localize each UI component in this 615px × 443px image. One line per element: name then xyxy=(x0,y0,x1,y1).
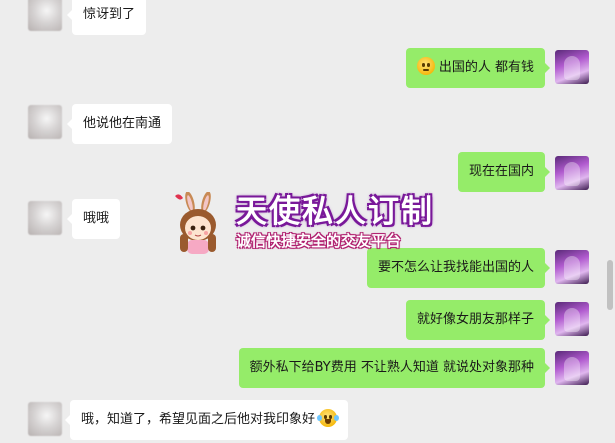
scrollbar-thumb[interactable] xyxy=(607,260,613,310)
message-text: 惊讶到了 xyxy=(83,7,136,22)
rolling-eyes-emoji-icon xyxy=(416,57,435,75)
contact-avatar[interactable] xyxy=(28,402,62,436)
message-bubble[interactable]: 惊讶到了 xyxy=(66,0,147,35)
contact-avatar[interactable] xyxy=(28,201,62,235)
self-avatar[interactable] xyxy=(555,250,589,284)
message-text: 出国的人 都有钱 xyxy=(438,60,534,75)
message-bubble[interactable]: 现在在国内 xyxy=(457,152,551,192)
self-avatar[interactable] xyxy=(555,50,589,84)
message-text: 现在在国内 xyxy=(468,164,534,179)
watermark-title: 天使私人订制 xyxy=(236,194,434,230)
message-bubble[interactable]: 哦哦 xyxy=(66,199,121,239)
contact-avatar[interactable] xyxy=(28,105,62,139)
message-text: 他说他在南通 xyxy=(83,116,162,131)
cartoon-bunny-girl-icon xyxy=(175,192,216,254)
message-text: 要不怎么让我找能出国的人 xyxy=(377,260,534,275)
self-avatar[interactable] xyxy=(555,156,589,190)
message-bubble[interactable]: 就好像女朋友那样子 xyxy=(405,300,551,340)
laughing-tears-emoji-icon xyxy=(317,409,340,427)
message-text: 哦哦 xyxy=(83,211,110,226)
self-avatar[interactable] xyxy=(555,351,589,385)
message-text: 就好像女朋友那样子 xyxy=(416,312,534,327)
message-bubble[interactable]: 要不怎么让我找能出国的人 xyxy=(366,248,551,288)
contact-avatar[interactable] xyxy=(28,0,62,31)
message-bubble[interactable]: 额外私下给BY费用 不让熟人知道 就说处对象那种 xyxy=(238,348,551,388)
message-text: 哦，知道了，希望见面之后他对我印象好 xyxy=(81,412,316,427)
self-avatar[interactable] xyxy=(555,302,589,336)
chat-scrollbar[interactable] xyxy=(605,0,615,443)
message-text: 额外私下给BY费用 不让熟人知道 就说处对象那种 xyxy=(249,360,534,375)
message-bubble[interactable]: 哦，知道了，希望见面之后他对我印象好 xyxy=(64,400,349,440)
message-bubble[interactable]: 他说他在南通 xyxy=(66,104,173,144)
message-bubble[interactable]: 出国的人 都有钱 xyxy=(405,48,551,88)
